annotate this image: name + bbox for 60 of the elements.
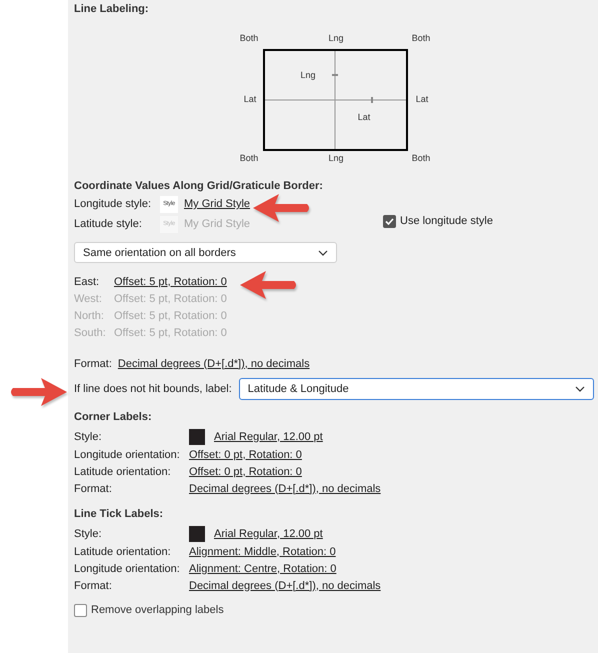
field-label: South: xyxy=(74,326,107,338)
remove-overlapping-checkbox[interactable]: Remove overlapping labels xyxy=(74,602,598,618)
setting-link[interactable]: Offset: 0 pt, Rotation: 0 xyxy=(189,448,302,460)
diagram-label: Lng xyxy=(328,153,344,163)
offset-link[interactable]: Offset: 5 pt, Rotation: 0 xyxy=(114,276,227,288)
field-label: If line does not hit bounds, label: xyxy=(74,383,232,395)
style-link: My Grid Style xyxy=(184,218,250,230)
section-heading: Corner Labels: xyxy=(74,410,153,425)
section-heading: Line Labeling: xyxy=(74,2,150,17)
field-label: Longitude orientation: xyxy=(74,448,181,460)
diagram-label: Both xyxy=(240,153,258,163)
checkbox[interactable] xyxy=(383,214,396,228)
field-label: West: xyxy=(74,292,103,304)
field-label: North: xyxy=(74,310,105,322)
annotation-arrow xyxy=(240,270,299,300)
field-label: Longitude orientation: xyxy=(74,562,181,574)
setting-link[interactable]: Alignment: Centre, Rotation: 0 xyxy=(189,562,336,574)
field-label: Latitude style: xyxy=(74,218,143,230)
setting-link[interactable]: Decimal degrees (D+[.d*]), no decimals xyxy=(189,580,381,592)
section-heading: Coordinate Values Along Grid/Graticule Border: xyxy=(74,179,324,194)
setting-link[interactable]: Arial Regular, 12.00 pt xyxy=(214,430,323,442)
diagram-label: Lat xyxy=(244,94,256,104)
format-link[interactable]: Decimal degrees (D+[.d*]), no decimals xyxy=(118,358,310,370)
diagram-label: Both xyxy=(240,33,258,43)
setting-link[interactable]: Alignment: Middle, Rotation: 0 xyxy=(189,546,336,558)
diagram-label: Lng xyxy=(300,70,316,80)
setting-link[interactable]: Decimal degrees (D+[.d*]), no decimals xyxy=(189,482,381,494)
offset-link: Offset: 5 pt, Rotation: 0 xyxy=(114,292,227,304)
diagram-label: Lat xyxy=(416,94,428,104)
tick-mark xyxy=(371,97,373,103)
offset-link: Offset: 5 pt, Rotation: 0 xyxy=(114,326,227,338)
color-swatch[interactable] xyxy=(189,526,205,542)
tick-mark xyxy=(332,74,338,76)
diagram-label: Both xyxy=(412,153,430,163)
field-label: Style: xyxy=(74,430,103,442)
annotation-arrow xyxy=(9,377,68,407)
setting-link[interactable]: Arial Regular, 12.00 pt xyxy=(214,528,323,540)
field-label: Latitude orientation: xyxy=(74,466,172,478)
chevron-down-icon xyxy=(318,250,328,256)
annotation-arrow xyxy=(253,193,312,223)
diagram-label: Both xyxy=(412,33,430,43)
color-swatch[interactable] xyxy=(189,428,205,444)
offset-link: Offset: 5 pt, Rotation: 0 xyxy=(114,310,227,322)
checkbox[interactable] xyxy=(74,604,87,616)
setting-link[interactable]: Offset: 0 pt, Rotation: 0 xyxy=(189,466,302,478)
orientation-dropdown[interactable]: Same orientation on all borders xyxy=(74,242,337,263)
field-label: Format: xyxy=(74,358,112,370)
diagram-label: Lng xyxy=(328,33,344,43)
field-label: Format: xyxy=(74,580,113,592)
field-label: Style: xyxy=(74,528,103,540)
label-dropdown[interactable]: Latitude & Longitude xyxy=(238,378,594,400)
style-link[interactable]: My Grid Style xyxy=(184,198,250,210)
field-label: Latitude orientation: xyxy=(74,546,172,558)
field-label: East: xyxy=(74,276,100,288)
field-label: Longitude style: xyxy=(74,198,152,210)
section-heading: Line Tick Labels: xyxy=(74,507,164,522)
use-longitude-checkbox[interactable]: Use longitude style xyxy=(383,211,493,231)
chevron-down-icon xyxy=(574,386,585,392)
diagram-label: Lat xyxy=(358,112,370,122)
field-label: Format: xyxy=(74,482,113,494)
